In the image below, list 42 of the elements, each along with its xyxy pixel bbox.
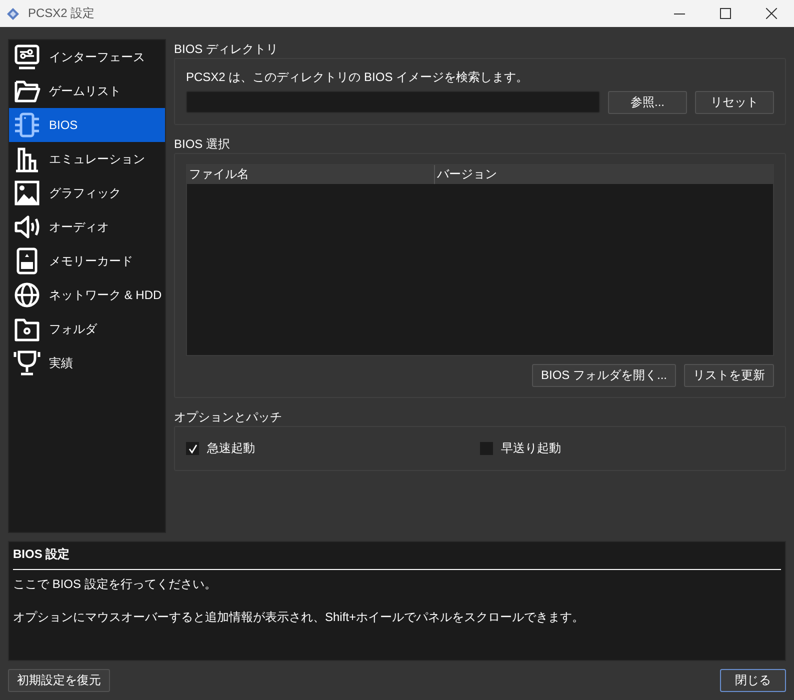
sidebar-item-icon: [13, 349, 41, 377]
app-logo-icon: [6, 6, 20, 20]
bios-table[interactable]: ファイル名 バージョン: [186, 164, 774, 356]
sidebar-item-icon: [13, 43, 41, 71]
group-title: オプションとパッチ: [174, 409, 283, 426]
close-icon[interactable]: [766, 8, 776, 19]
browse-button[interactable]: 参照...: [608, 91, 687, 114]
maximize-icon[interactable]: [720, 8, 730, 19]
column-header[interactable]: ファイル名: [187, 165, 435, 184]
directory-field[interactable]: [186, 91, 600, 113]
sidebar-item-icon: [13, 213, 41, 241]
checkbox[interactable]: [480, 442, 493, 455]
info-text: ここで BIOS 設定を行ってください。: [13, 576, 218, 593]
sidebar-item-icon: [13, 281, 41, 309]
restore-defaults-button[interactable]: 初期設定を復元: [8, 669, 110, 692]
group-title: BIOS 選択: [174, 136, 232, 153]
reset-button[interactable]: リセット: [695, 91, 774, 114]
sidebar-item[interactable]: BIOS: [9, 108, 165, 142]
window-title: PCSX2 設定: [28, 5, 96, 22]
sidebar-item[interactable]: インターフェース: [9, 40, 165, 74]
column-header[interactable]: バージョン: [435, 165, 773, 184]
sidebar-item-icon: [13, 111, 41, 139]
sidebar-item[interactable]: ネットワーク & HDD: [9, 278, 165, 312]
sidebar-item[interactable]: グラフィック: [9, 176, 165, 210]
sidebar-item-icon: [13, 179, 41, 207]
sidebar-item[interactable]: 実績: [9, 346, 165, 380]
sidebar-item[interactable]: ゲームリスト: [9, 74, 165, 108]
close-dialog-button[interactable]: 閉じる: [720, 669, 786, 692]
open-folder-button[interactable]: BIOS フォルダを開く...: [532, 364, 676, 387]
sidebar-item[interactable]: エミュレーション: [9, 142, 165, 176]
sidebar-item[interactable]: メモリーカード: [9, 244, 165, 278]
checkbox-label: 急速起動: [207, 440, 255, 457]
checkbox[interactable]: [186, 442, 199, 455]
sidebar-item[interactable]: オーディオ: [9, 210, 165, 244]
description-text: PCSX2 は、このディレクトリの BIOS イメージを検索します。: [186, 69, 530, 86]
checkbox-label: 早送り起動: [501, 440, 561, 457]
sidebar-item[interactable]: フォルダ: [9, 312, 165, 346]
info-text: オプションにマウスオーバーすると追加情報が表示され、Shift+ホイールでパネルをスクロールできます。: [13, 609, 586, 626]
group-title: BIOS ディレクトリ: [174, 41, 280, 58]
refresh-button[interactable]: リストを更新: [684, 364, 774, 387]
sidebar-item-icon: [13, 145, 41, 173]
info-title: BIOS 設定: [13, 546, 781, 570]
